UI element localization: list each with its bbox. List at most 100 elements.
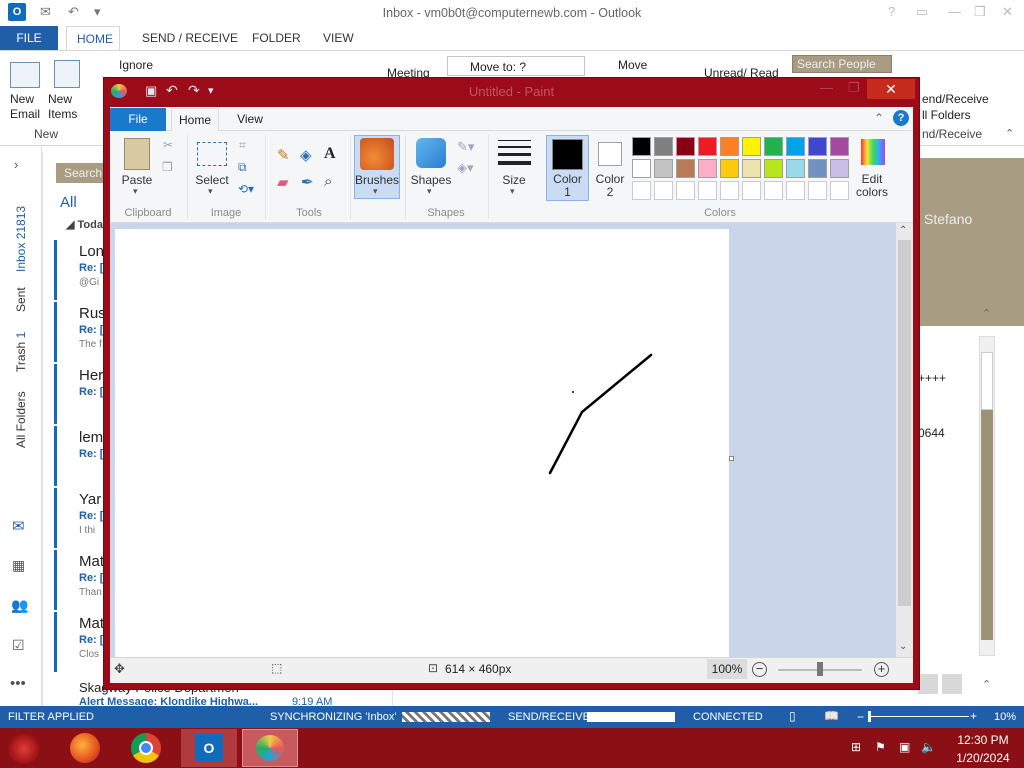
palette-swatch[interactable] bbox=[830, 137, 849, 156]
maximize-icon[interactable]: ❐ bbox=[974, 4, 986, 20]
palette-swatch[interactable] bbox=[742, 181, 761, 200]
text-icon[interactable]: A bbox=[324, 145, 336, 163]
scroll-thumb[interactable] bbox=[898, 240, 911, 606]
palette-swatch[interactable] bbox=[830, 181, 849, 200]
color2-swatch[interactable] bbox=[598, 142, 622, 166]
tray-network-icon[interactable]: ⊞ bbox=[851, 740, 861, 754]
help-icon[interactable]: ? bbox=[888, 4, 895, 19]
tray-flag-icon[interactable]: ⚑ bbox=[875, 740, 886, 754]
tab-home[interactable]: Home bbox=[171, 108, 219, 132]
tab-send-receive[interactable]: SEND / RECEIVE bbox=[132, 26, 248, 50]
cut-icon[interactable]: ✂ bbox=[163, 138, 173, 152]
tasks-icon[interactable]: ☑ bbox=[12, 637, 25, 654]
resize-icon[interactable]: ⧉ bbox=[238, 160, 247, 175]
palette-swatch[interactable] bbox=[742, 159, 761, 178]
mail-icon[interactable]: ✉ bbox=[12, 517, 25, 535]
palette-swatch[interactable] bbox=[720, 159, 739, 178]
select-dropdown-icon[interactable]: ▾ bbox=[208, 186, 213, 197]
zoom-slider-thumb[interactable] bbox=[817, 662, 823, 676]
firefox-icon[interactable] bbox=[70, 733, 100, 763]
scroll-up-icon[interactable]: ⌃ bbox=[899, 225, 907, 236]
expand-folder-pane-icon[interactable]: › bbox=[14, 157, 18, 172]
palette-swatch[interactable] bbox=[808, 181, 827, 200]
color2-label[interactable]: Color 2 bbox=[590, 173, 630, 199]
shapes-button[interactable]: Shapes bbox=[408, 173, 454, 187]
tab-file[interactable]: FILE bbox=[0, 26, 58, 50]
new-email-icon[interactable] bbox=[10, 62, 40, 88]
clock-time[interactable]: 12:30 PM bbox=[948, 733, 1018, 747]
rotate-icon[interactable]: ⟲▾ bbox=[238, 182, 254, 196]
reading-scroll-thumb[interactable] bbox=[981, 352, 993, 410]
outline-icon[interactable]: ✎▾ bbox=[457, 139, 474, 155]
tray-display-icon[interactable]: ▣ bbox=[899, 740, 910, 754]
ignore-button[interactable]: Ignore bbox=[119, 58, 153, 72]
collapse-header-icon[interactable]: ⌃ bbox=[982, 307, 991, 320]
shapes-icon[interactable] bbox=[416, 138, 446, 168]
palette-swatch[interactable] bbox=[720, 137, 739, 156]
zoom-in-icon[interactable]: + bbox=[970, 709, 977, 723]
minimize-icon[interactable]: — bbox=[948, 4, 961, 19]
zoom-out-icon[interactable]: − bbox=[857, 710, 864, 724]
palette-swatch[interactable] bbox=[632, 181, 651, 200]
shapes-dropdown-icon[interactable]: ▾ bbox=[427, 186, 432, 197]
more-icon[interactable]: ••• bbox=[10, 675, 26, 692]
new-items-icon[interactable] bbox=[54, 60, 80, 88]
new-items-button[interactable]: New Items bbox=[48, 92, 77, 122]
filter-all[interactable]: All bbox=[60, 194, 77, 211]
size-dropdown-icon[interactable]: ▾ bbox=[510, 186, 515, 197]
edit-colors-button[interactable]: Edit colors bbox=[852, 173, 892, 199]
canvas-resize-handle[interactable] bbox=[729, 456, 734, 461]
reading-view-icon[interactable]: 📖 bbox=[824, 709, 839, 723]
close-button[interactable]: ✕ bbox=[867, 79, 915, 99]
clock-date[interactable]: 1/20/2024 bbox=[948, 751, 1018, 765]
fill-icon[interactable]: ◈ bbox=[300, 146, 312, 164]
palette-swatch[interactable] bbox=[654, 181, 673, 200]
drawing-canvas[interactable] bbox=[115, 229, 729, 657]
palette-swatch[interactable] bbox=[830, 159, 849, 178]
select-icon[interactable] bbox=[197, 142, 227, 166]
copy-icon[interactable]: ❐ bbox=[162, 160, 173, 174]
paste-dropdown-icon[interactable]: ▾ bbox=[133, 186, 138, 197]
fill-shape-icon[interactable]: ◈▾ bbox=[457, 160, 474, 176]
close-icon[interactable]: ✕ bbox=[1002, 4, 1013, 20]
color-picker-icon[interactable]: ✒ bbox=[301, 173, 314, 191]
palette-swatch[interactable] bbox=[808, 137, 827, 156]
palette-swatch[interactable] bbox=[654, 159, 673, 178]
paste-icon[interactable] bbox=[124, 138, 150, 170]
normal-view-icon[interactable]: ▯ bbox=[789, 709, 796, 723]
maximize-icon[interactable]: ❐ bbox=[848, 80, 860, 96]
brushes-dropdown-icon[interactable]: ▾ bbox=[373, 186, 378, 197]
palette-swatch[interactable] bbox=[632, 159, 651, 178]
palette-swatch[interactable] bbox=[786, 159, 805, 178]
palette-swatch[interactable] bbox=[786, 137, 805, 156]
nav-sent[interactable]: Sent bbox=[14, 287, 28, 312]
zoom-in-icon[interactable]: + bbox=[874, 662, 889, 677]
select-button[interactable]: Select bbox=[191, 173, 233, 187]
nav-inbox[interactable]: Inbox 21813 bbox=[14, 206, 28, 272]
all-folders-button[interactable]: ll Folders bbox=[922, 108, 971, 122]
minimize-ribbon-icon[interactable]: ⌃ bbox=[874, 111, 884, 125]
help-icon[interactable]: ? bbox=[893, 110, 909, 126]
pencil-icon[interactable]: ✎ bbox=[277, 146, 290, 164]
zoom-slider[interactable] bbox=[869, 716, 969, 717]
edit-colors-icon[interactable] bbox=[861, 139, 885, 165]
send-receive-all-button[interactable]: end/Receive bbox=[922, 92, 989, 106]
palette-swatch[interactable] bbox=[654, 137, 673, 156]
new-email-button[interactable]: New Email bbox=[10, 92, 40, 122]
palette-swatch[interactable] bbox=[764, 159, 783, 178]
palette-swatch[interactable] bbox=[676, 181, 695, 200]
palette-swatch[interactable] bbox=[676, 137, 695, 156]
palette-swatch[interactable] bbox=[764, 137, 783, 156]
palette-swatch[interactable] bbox=[632, 137, 651, 156]
palette-swatch[interactable] bbox=[698, 137, 717, 156]
move-button[interactable]: Move bbox=[618, 58, 647, 72]
collapse-ribbon-icon[interactable]: ⌃ bbox=[1005, 127, 1014, 140]
nav-all-folders[interactable]: All Folders bbox=[14, 391, 28, 448]
tab-view[interactable]: VIEW bbox=[313, 26, 364, 50]
palette-swatch[interactable] bbox=[742, 137, 761, 156]
ribbon-options-icon[interactable]: ▭ bbox=[916, 4, 928, 20]
start-button-icon[interactable] bbox=[8, 734, 40, 764]
tab-home[interactable]: HOME bbox=[66, 26, 120, 50]
magnifier-icon[interactable]: ⌕ bbox=[324, 173, 332, 190]
nav-trash[interactable]: Trash 1 bbox=[14, 332, 28, 372]
